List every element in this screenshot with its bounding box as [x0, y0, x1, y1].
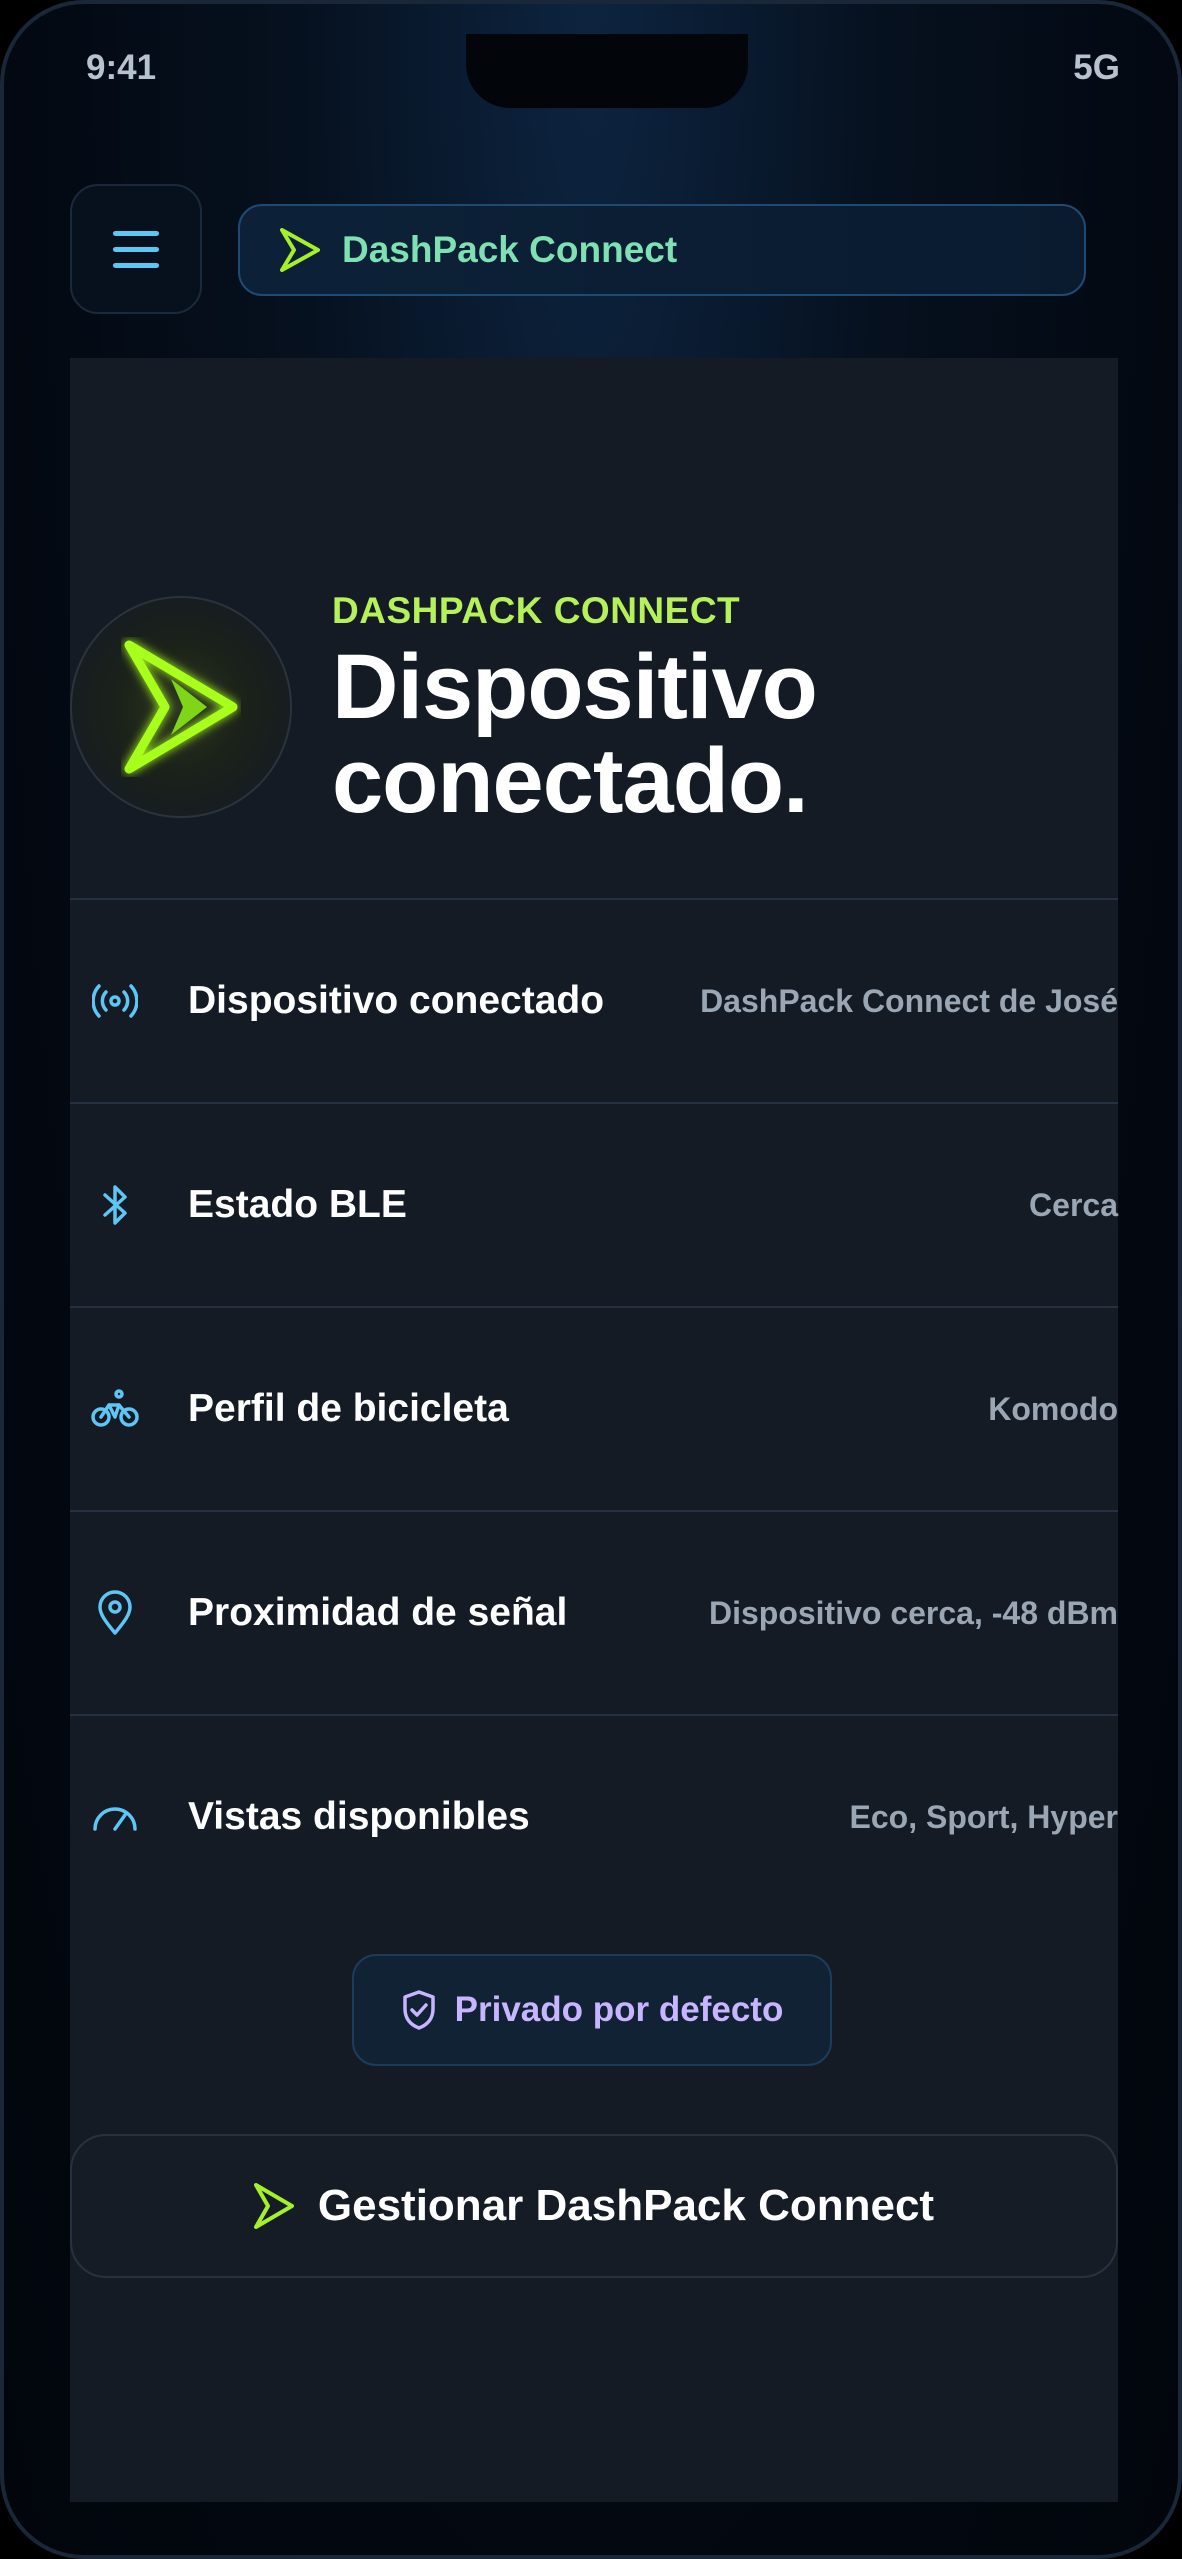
row-label: Proximidad de señal [188, 1591, 568, 1634]
row-connected-device: Dispositivo conectado DashPack Connect d… [70, 898, 1118, 1102]
row-label: Estado BLE [188, 1183, 407, 1226]
row-signal-proximity: Proximidad de señal Dispositivo cerca, -… [70, 1510, 1118, 1714]
app-title: DashPack Connect [342, 229, 678, 270]
manage-dashpack-button[interactable]: Gestionar DashPack Connect [70, 2134, 1118, 2278]
dashpack-logo-icon [124, 640, 238, 774]
hamburger-icon [113, 230, 159, 236]
row-value: Cerca [1029, 1187, 1118, 1223]
row-value: Dispositivo cerca, -48 dBm [708, 1595, 1118, 1631]
app-title-pill[interactable]: DashPack Connect [238, 204, 1086, 296]
row-ble-status: Estado BLE Cerca [70, 1102, 1118, 1306]
row-value: Eco, Sport, Hyper [849, 1799, 1119, 1835]
dashpack-logo-icon [280, 228, 320, 272]
row-bike-profile: Perfil de bicicleta Komodo [70, 1306, 1118, 1510]
broadcast-icon [90, 976, 140, 1026]
status-network: 5G [1073, 48, 1120, 87]
dashpack-logo-icon [253, 2183, 294, 2229]
row-label: Dispositivo conectado [188, 979, 605, 1022]
row-label: Perfil de bicicleta [188, 1387, 509, 1430]
manage-label: Gestionar DashPack Connect [317, 2181, 935, 2230]
bicycle-icon [90, 1384, 140, 1434]
camera-notch [466, 34, 748, 108]
info-list: Dispositivo conectado DashPack Connect d… [70, 898, 1118, 1918]
row-label: Vistas disponibles [188, 1795, 530, 1838]
privacy-label: Privado por defecto [454, 1990, 784, 2029]
privacy-badge[interactable]: Privado por defecto [352, 1954, 832, 2066]
menu-button[interactable] [70, 184, 202, 314]
row-value: DashPack Connect de José [700, 983, 1118, 1019]
row-available-views: Vistas disponibles Eco, Sport, Hyper [70, 1714, 1118, 1918]
shield-check-icon [402, 1990, 435, 2030]
phone-frame: 9:41 5G DashPack Connect DASHPACK CONNEC… [0, 0, 1182, 2559]
dashpack-hero-logo [70, 596, 292, 818]
hero-title: Dispositivo conectado. [332, 636, 818, 832]
bluetooth-icon [90, 1180, 140, 1230]
main-content: DASHPACK CONNECT Dispositivo conectado. … [70, 358, 1118, 2502]
location-pin-icon [90, 1588, 140, 1638]
hero-kicker: DASHPACK CONNECT [332, 590, 741, 631]
gauge-icon [90, 1792, 140, 1842]
status-time: 9:41 [86, 48, 157, 87]
row-value: Komodo [988, 1391, 1118, 1427]
